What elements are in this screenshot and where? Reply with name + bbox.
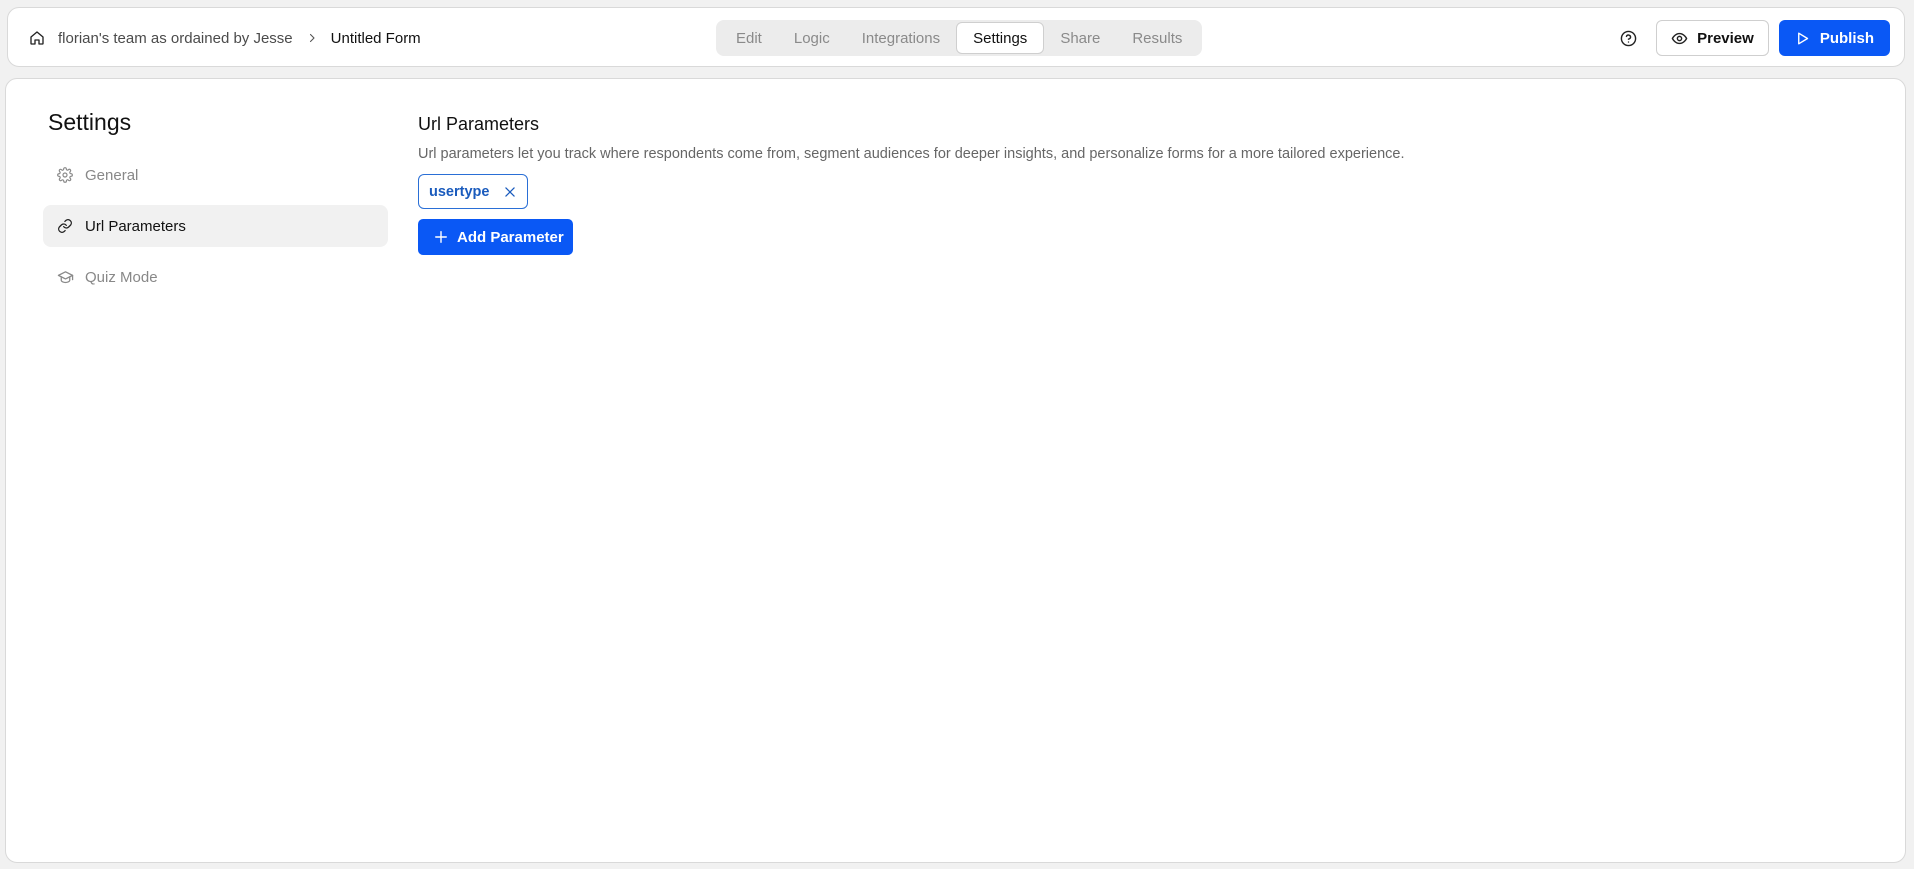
sidebar-item-url-parameters[interactable]: Url Parameters — [43, 205, 388, 247]
plus-icon — [434, 230, 448, 244]
close-icon[interactable] — [503, 185, 517, 199]
add-parameter-button[interactable]: Add Parameter — [418, 219, 573, 255]
eye-icon — [1671, 30, 1688, 47]
tab-logic[interactable]: Logic — [778, 22, 846, 54]
breadcrumb-team[interactable]: florian's team as ordained by Jesse — [58, 30, 293, 47]
graduation-cap-icon — [56, 268, 74, 286]
preview-button[interactable]: Preview — [1656, 20, 1769, 56]
breadcrumb: florian's team as ordained by Jesse Unti… — [28, 8, 421, 68]
play-icon — [1795, 31, 1810, 46]
sidebar-item-general[interactable]: General — [43, 154, 388, 196]
top-bar: florian's team as ordained by Jesse Unti… — [7, 7, 1905, 67]
preview-label: Preview — [1697, 29, 1754, 47]
section-description: Url parameters let you track where respo… — [418, 146, 1405, 162]
parameter-chip[interactable]: usertype — [418, 174, 529, 209]
section-title: Url Parameters — [418, 114, 540, 134]
link-icon — [56, 217, 74, 235]
sidebar-item-quiz-mode[interactable]: Quiz Mode — [43, 256, 388, 298]
tab-integrations[interactable]: Integrations — [846, 22, 956, 54]
header-actions: Preview Publish — [1616, 20, 1890, 56]
tab-settings[interactable]: Settings — [956, 22, 1045, 54]
main-panel: Settings General Url Parameters Quiz Mod… — [5, 78, 1906, 863]
sidebar-title: Settings — [48, 109, 132, 135]
publish-label: Publish — [1819, 29, 1874, 47]
publish-button[interactable]: Publish — [1778, 20, 1890, 56]
sidebar-item-label: Url Parameters — [85, 217, 186, 235]
breadcrumb-form[interactable]: Untitled Form — [331, 30, 421, 47]
tab-results[interactable]: Results — [1116, 22, 1198, 54]
sidebar-item-label: Quiz Mode — [85, 268, 158, 286]
tab-bar: Edit Logic Integrations Settings Share R… — [716, 20, 1203, 56]
gear-icon — [56, 166, 74, 184]
add-parameter-label: Add Parameter — [457, 228, 564, 246]
home-icon[interactable] — [28, 29, 46, 47]
chevron-right-icon — [306, 32, 318, 44]
url-parameters-section: Url Parameters Url parameters let you tr… — [418, 114, 1404, 255]
sidebar-item-label: General — [85, 166, 139, 184]
tab-edit[interactable]: Edit — [720, 22, 778, 54]
tab-share[interactable]: Share — [1044, 22, 1116, 54]
help-icon[interactable] — [1616, 26, 1640, 50]
settings-sidebar: Settings General Url Parameters Quiz Mod… — [43, 109, 388, 307]
parameter-chip-label: usertype — [429, 183, 490, 200]
